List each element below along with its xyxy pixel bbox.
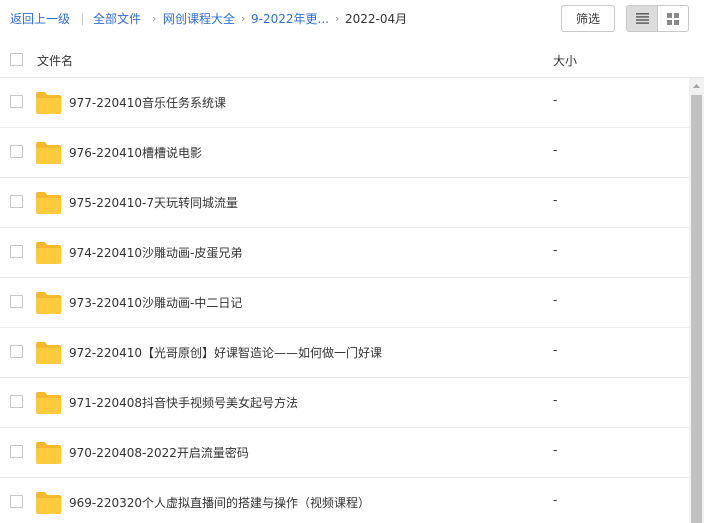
chevron-right-icon: › [152,12,157,25]
row-checkbox[interactable] [10,345,23,358]
folder-icon [36,142,61,164]
file-row[interactable]: 974-220410沙雕动画-皮蛋兄弟 - [0,228,689,278]
file-row[interactable]: 969-220320个人虚拟直播间的搭建与操作（视频课程） - [0,478,689,523]
row-checkbox[interactable] [10,245,23,258]
filter-button[interactable]: 筛选 [561,5,615,32]
row-checkbox[interactable] [10,195,23,208]
file-name[interactable]: 976-220410槽槽说电影 [69,144,202,161]
file-size: - [553,143,558,157]
file-name[interactable]: 971-220408抖音快手视频号美女起号方法 [69,394,298,411]
row-checkbox[interactable] [10,495,23,508]
folder-icon [36,242,61,264]
file-row[interactable]: 972-220410【光哥原创】好课智造论——如何做一门好课 - [0,328,689,378]
file-size: - [553,243,558,257]
column-header-name[interactable]: 文件名 [37,52,73,69]
folder-icon [36,392,61,414]
top-bar: 返回上一级 全部文件 › 网创课程大全 › 9-2022年更... › 2022… [0,0,704,40]
file-row[interactable]: 970-220408-2022开启流量密码 - [0,428,689,478]
grid-view-button[interactable] [658,6,688,31]
folder-icon [36,92,61,114]
select-all-checkbox[interactable] [10,53,23,66]
file-name[interactable]: 972-220410【光哥原创】好课智造论——如何做一门好课 [69,344,382,361]
column-header-size[interactable]: 大小 [553,52,577,69]
file-name[interactable]: 969-220320个人虚拟直播间的搭建与操作（视频课程） [69,494,370,511]
file-size: - [553,93,558,107]
row-checkbox[interactable] [10,395,23,408]
list-view-button[interactable] [627,6,658,31]
file-size: - [553,393,558,407]
vertical-scrollbar[interactable] [689,78,704,523]
file-size: - [553,293,558,307]
file-name[interactable]: 974-220410沙雕动画-皮蛋兄弟 [69,244,242,261]
chevron-right-icon: › [241,12,246,25]
row-checkbox[interactable] [10,95,23,108]
scroll-up-arrow-icon[interactable] [689,78,704,95]
breadcrumb-current: 2022-04月 [345,12,408,26]
folder-icon [36,192,61,214]
file-row[interactable]: 976-220410槽槽说电影 - [0,128,689,178]
folder-icon [36,292,61,314]
file-name[interactable]: 977-220410音乐任务系统课 [69,94,226,111]
folder-icon [36,492,61,514]
breadcrumb-all-files[interactable]: 全部文件 [93,11,141,27]
chevron-right-icon: › [335,12,340,25]
file-row[interactable]: 973-220410沙雕动画-中二日记 - [0,278,689,328]
file-size: - [553,343,558,357]
breadcrumb-divider [82,13,83,25]
file-row[interactable]: 971-220408抖音快手视频号美女起号方法 - [0,378,689,428]
grid-view-icon [667,12,679,25]
row-checkbox[interactable] [10,295,23,308]
row-checkbox[interactable] [10,145,23,158]
row-checkbox[interactable] [10,445,23,458]
list-view-icon [635,13,649,24]
file-list-header: 文件名 大小 [0,41,704,78]
file-name[interactable]: 973-220410沙雕动画-中二日记 [69,294,242,311]
breadcrumb-back-link[interactable]: 返回上一级 [10,11,70,27]
breadcrumb-level2[interactable]: 9-2022年更... [251,11,329,27]
file-size: - [553,443,558,457]
folder-icon [36,442,61,464]
file-row[interactable]: 977-220410音乐任务系统课 - [0,78,689,128]
view-toggle [626,5,689,32]
file-name[interactable]: 970-220408-2022开启流量密码 [69,444,249,461]
file-list: 977-220410音乐任务系统课 - 976-220410槽槽说电影 - 97… [0,78,689,523]
breadcrumb-level1[interactable]: 网创课程大全 [163,11,235,27]
file-size: - [553,193,558,207]
file-size: - [553,493,558,507]
folder-icon [36,342,61,364]
scrollbar-thumb[interactable] [691,95,702,523]
file-name[interactable]: 975-220410-7天玩转同城流量 [69,194,238,211]
file-row[interactable]: 975-220410-7天玩转同城流量 - [0,178,689,228]
